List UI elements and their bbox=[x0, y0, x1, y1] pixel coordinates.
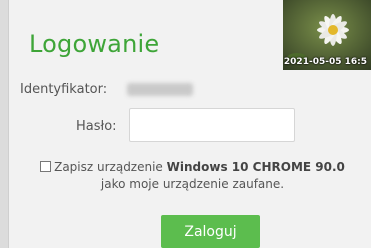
password-input[interactable] bbox=[129, 108, 295, 142]
security-photo: 2021-05-05 16:5 bbox=[283, 0, 371, 70]
login-title: Logowanie bbox=[29, 30, 160, 58]
identifier-label: Identyfikator: bbox=[20, 82, 108, 97]
identifier-value-blurred bbox=[127, 83, 193, 96]
trust-device-prefix: Zapisz urządzenie bbox=[54, 160, 163, 174]
trust-device-option: Zapisz urządzenie Windows 10 CHROME 90.0… bbox=[20, 159, 365, 193]
photo-timestamp: 2021-05-05 16:5 bbox=[283, 57, 367, 67]
trust-device-name: Windows 10 CHROME 90.0 bbox=[166, 160, 345, 174]
login-button[interactable]: Zaloguj bbox=[161, 215, 260, 248]
trust-device-checkbox[interactable] bbox=[40, 161, 52, 172]
trust-device-suffix: jako moje urządzenie zaufane. bbox=[100, 177, 285, 191]
password-label: Hasło: bbox=[76, 119, 117, 134]
